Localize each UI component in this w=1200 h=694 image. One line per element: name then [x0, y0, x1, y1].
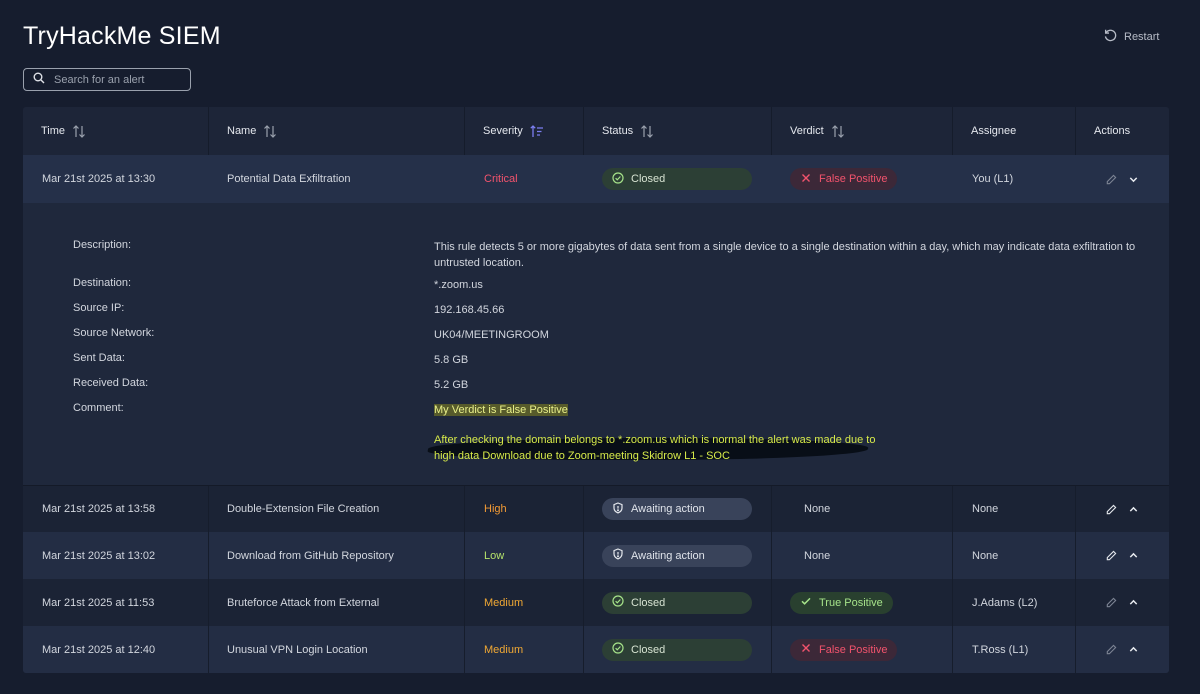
table-row[interactable]: Mar 21st 2025 at 11:53 Bruteforce Attack… [23, 579, 1169, 626]
alert-time: Mar 21st 2025 at 12:40 [23, 626, 209, 673]
chevron-up-icon[interactable] [1128, 504, 1139, 515]
detail-label-comment: Comment: [73, 402, 124, 414]
status-badge: Awaiting action [602, 544, 752, 567]
check-icon [800, 595, 812, 610]
comment-line: high data Download due to Zoom-meeting S… [434, 450, 730, 462]
table-row[interactable]: Mar 21st 2025 at 13:02 Download from Git… [23, 532, 1169, 579]
severity-label: High [484, 503, 507, 515]
detail-received-data: 5.2 GB [434, 379, 469, 391]
restart-icon [1103, 28, 1118, 46]
column-header-severity[interactable]: Severity [465, 107, 584, 155]
assignee: J.Adams (L2) [953, 579, 1076, 626]
table-row[interactable]: Mar 21st 2025 at 13:30 Potential Data Ex… [23, 155, 1169, 203]
shield-icon [612, 501, 624, 517]
table-row[interactable]: Mar 21st 2025 at 12:40 Unusual VPN Login… [23, 626, 1169, 673]
alert-time: Mar 21st 2025 at 11:53 [23, 579, 209, 626]
verdict-badge: False Positive [790, 168, 898, 190]
check-circle-icon [612, 642, 624, 657]
assignee: None [953, 486, 1076, 532]
chevron-up-icon[interactable] [1128, 550, 1139, 561]
status-badge: Closed [602, 638, 752, 661]
severity-label: Medium [484, 643, 524, 656]
column-header-name[interactable]: Name [209, 107, 465, 155]
alert-time: Mar 21st 2025 at 13:58 [23, 486, 209, 532]
verdict-badge: False Positive [790, 638, 898, 661]
chevron-down-icon[interactable] [1128, 174, 1139, 185]
alerts-table: Time Name Severity Status Verdict Assign… [23, 107, 1169, 673]
alert-name: Unusual VPN Login Location [209, 626, 465, 673]
severity-label: Medium [484, 596, 524, 609]
assignee: T.Ross (L1) [953, 626, 1076, 673]
alert-name: Double-Extension File Creation [209, 486, 465, 532]
page-title: TryHackMe SIEM [23, 22, 221, 50]
status-badge: Awaiting action [602, 498, 752, 520]
chevron-up-icon[interactable] [1128, 644, 1139, 655]
comment-verdict: My Verdict is False Positive [434, 404, 568, 416]
alert-name: Bruteforce Attack from External [209, 579, 465, 626]
x-icon [800, 642, 812, 657]
detail-label-description: Description: [73, 239, 132, 251]
pencil-icon[interactable] [1106, 597, 1117, 608]
check-circle-icon [612, 595, 624, 610]
alert-time: Mar 21st 2025 at 13:30 [42, 173, 156, 185]
detail-label-source-ip: Source IP: [73, 302, 125, 314]
sort-descending-icon[interactable] [530, 124, 544, 138]
pencil-icon[interactable] [1106, 550, 1117, 561]
assignee: None [953, 532, 1076, 579]
alert-name: Download from GitHub Repository [209, 532, 465, 579]
assignee: You (L1) [972, 173, 1014, 185]
search-input[interactable] [54, 73, 184, 86]
verdict-label: None [772, 486, 953, 532]
detail-sent-data: 5.8 GB [434, 354, 469, 366]
alert-details-panel: Description: This rule detects 5 or more… [23, 203, 1169, 485]
column-header-actions: Actions [1094, 125, 1131, 137]
detail-destination: *.zoom.us [434, 279, 483, 291]
column-header-status[interactable]: Status [584, 107, 772, 155]
restart-label: Restart [1124, 31, 1160, 43]
status-badge: Closed [602, 591, 752, 614]
detail-description: This rule detects 5 or more gigabytes of… [434, 241, 1136, 269]
detail-label-source-network: Source Network: [73, 327, 155, 339]
severity-label: Critical [484, 173, 518, 185]
sort-icon[interactable] [640, 124, 654, 138]
sort-icon[interactable] [263, 124, 277, 138]
verdict-badge: True Positive [790, 591, 893, 614]
column-header-assignee: Assignee [953, 107, 1076, 155]
detail-label-sent-data: Sent Data: [73, 352, 125, 364]
sort-icon[interactable] [831, 124, 845, 138]
pencil-icon[interactable] [1106, 504, 1117, 515]
sort-icon[interactable] [72, 124, 86, 138]
pencil-icon[interactable] [1106, 174, 1117, 185]
alert-time: Mar 21st 2025 at 13:02 [23, 532, 209, 579]
search-box[interactable] [23, 68, 191, 91]
column-header-verdict[interactable]: Verdict [772, 107, 953, 155]
x-icon [800, 172, 812, 187]
pencil-icon[interactable] [1106, 644, 1117, 655]
search-icon [33, 71, 45, 89]
table-header: Time Name Severity Status Verdict Assign… [23, 107, 1169, 155]
chevron-up-icon[interactable] [1128, 597, 1139, 608]
detail-source-network: UK04/MEETINGROOM [434, 329, 549, 341]
detail-source-ip: 192.168.45.66 [434, 304, 505, 316]
severity-label: Low [484, 549, 505, 562]
comment-line: After checking the domain belongs to *.z… [434, 434, 876, 446]
detail-label-received-data: Received Data: [73, 377, 149, 389]
verdict-label: None [772, 532, 953, 579]
status-badge: Closed [602, 168, 752, 190]
detail-label-destination: Destination: [73, 277, 132, 289]
check-circle-icon [612, 171, 624, 187]
alert-name: Potential Data Exfiltration [227, 173, 351, 185]
table-row[interactable]: Mar 21st 2025 at 13:58 Double-Extension … [23, 485, 1169, 532]
shield-icon [612, 548, 624, 563]
restart-button[interactable]: Restart [1103, 28, 1159, 46]
column-header-time[interactable]: Time [23, 107, 209, 155]
